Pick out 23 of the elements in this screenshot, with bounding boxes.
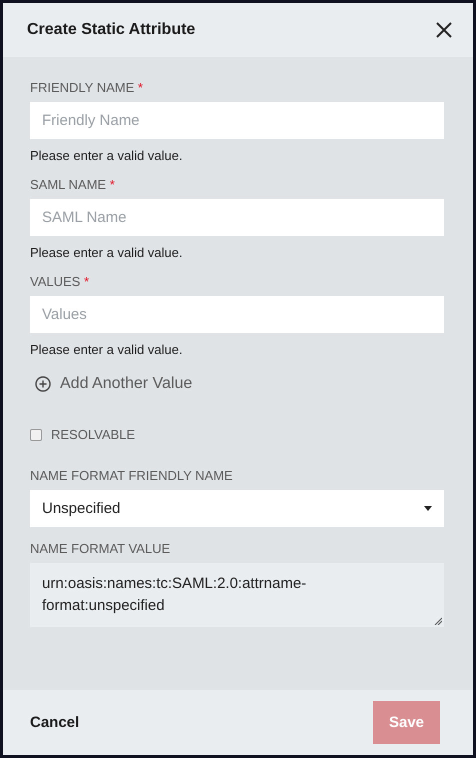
close-button[interactable] [435,21,453,39]
field-label: FRIENDLY NAME * [30,80,144,95]
add-value-link[interactable]: Add Another Value [30,367,192,401]
resize-grip-icon [434,617,442,625]
checkbox-label: RESOLVABLE [51,427,136,442]
plus-circle-icon [35,376,51,392]
field-label: SAML NAME * [30,177,116,192]
select-field[interactable]: Unspecified [30,490,444,527]
input-field[interactable]: Friendly Name [30,102,444,139]
field-label: NAME FORMAT VALUE [30,541,172,556]
textarea-field[interactable]: urn:oasis:names:tc:SAML:2.0:attrname-format:unspecified [30,563,444,627]
cancel-button[interactable]: Cancel [30,714,80,731]
input-field[interactable]: Values [30,296,444,333]
error-message: Please enter a valid value. [30,342,184,357]
caret-icon [424,506,432,511]
close-icon [435,21,453,39]
error-message: Please enter a valid value. [30,148,184,163]
field-label: NAME FORMAT FRIENDLY NAME [30,468,234,483]
error-message: Please enter a valid value. [30,245,184,260]
field-label: VALUES * [30,274,90,289]
dialog-title: Create Static Attribute [27,21,196,39]
checkbox[interactable] [30,428,42,440]
input-field[interactable]: SAML Name [30,199,444,236]
